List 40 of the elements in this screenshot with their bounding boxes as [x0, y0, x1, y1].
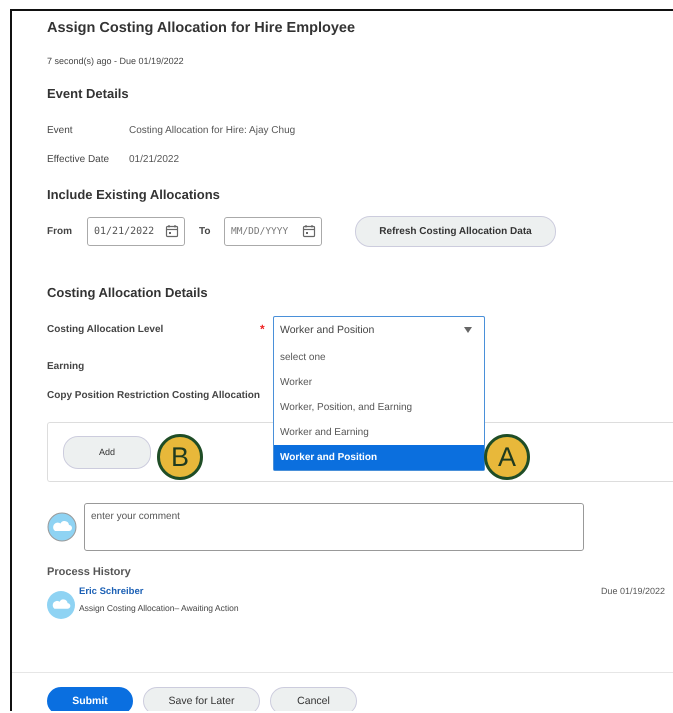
callout-marker: A: [484, 434, 530, 480]
section-heading: Costing Allocation Details: [47, 285, 209, 300]
field-label: To: [199, 226, 212, 237]
field-label: Effective Date: [47, 154, 110, 164]
action-button[interactable]: Save for Later: [143, 687, 260, 711]
due-info: 7 second(s) ago - Due 01/19/2022: [47, 56, 185, 66]
field-label: From: [47, 226, 73, 237]
section-heading: Include Existing Allocations: [47, 187, 221, 202]
dropdown-option[interactable]: Worker and Position: [274, 445, 484, 470]
date-field[interactable]: MM/DD/YYYY: [224, 217, 322, 246]
section-heading: Event Details: [47, 86, 130, 101]
dropdown-field[interactable]: Worker and Position: [274, 317, 484, 343]
calendar-icon[interactable]: [165, 224, 179, 238]
calendar-icon[interactable]: [302, 224, 316, 238]
dropdown-option[interactable]: Worker: [274, 370, 484, 395]
refresh-button[interactable]: Refresh Costing Allocation Data: [355, 216, 556, 247]
avatar-icon: [47, 591, 75, 619]
due-date: Due 01/19/2022: [600, 586, 665, 596]
field-label: Costing Allocation Level: [47, 324, 164, 334]
avatar-icon: [47, 512, 77, 542]
page-title: Assign Costing Allocation for Hire Employee: [47, 20, 356, 36]
dropdown-option[interactable]: select one: [274, 345, 484, 370]
required-mark: *: [260, 322, 265, 336]
field-value: Costing Allocation for Hire: Ajay Chug: [129, 124, 296, 136]
date-field[interactable]: 01/21/2022: [87, 217, 185, 246]
action-button[interactable]: Submit: [47, 687, 133, 711]
caret-icon: [464, 327, 472, 333]
person-link[interactable]: Eric Schreiber: [79, 586, 239, 597]
field-label: Event: [47, 124, 74, 136]
action-button[interactable]: Cancel: [270, 687, 357, 711]
field-label: Earning: [47, 360, 86, 372]
field-value: 01/21/2022: [129, 154, 180, 164]
entry-description: Assign Costing Allocation– Awaiting Action: [79, 603, 239, 613]
section-heading: Process History: [47, 566, 132, 578]
dropdown-option[interactable]: Worker and Earning: [274, 420, 484, 445]
comment-field[interactable]: enter your comment: [84, 503, 584, 551]
dropdown-option[interactable]: Worker, Position, and Earning: [274, 395, 484, 420]
field-label: Copy Position Restriction Costing Allocation: [47, 390, 260, 400]
callout-marker: B: [157, 434, 203, 480]
add-button[interactable]: Add: [63, 436, 151, 468]
